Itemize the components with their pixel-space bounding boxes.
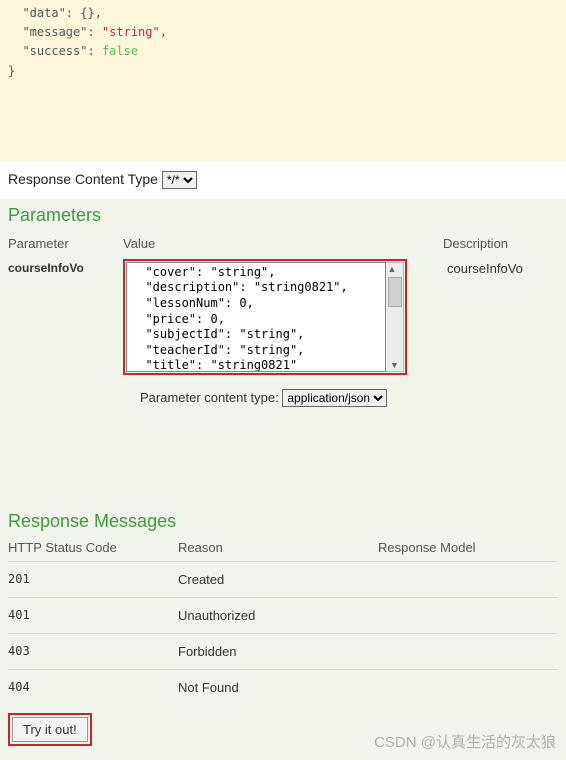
- response-model: [378, 644, 558, 659]
- resp-header-model: Response Model: [378, 540, 558, 555]
- parameter-name: courseInfoVo: [8, 259, 123, 275]
- response-row: 401 Unauthorized: [8, 597, 558, 633]
- parameters-header-value: Value: [123, 236, 443, 251]
- parameters-section: Parameter Value Description courseInfoVo…: [0, 230, 566, 377]
- scroll-up-icon[interactable]: ▲: [388, 263, 402, 275]
- parameters-header-description: Description: [443, 236, 558, 251]
- response-code: 201: [8, 572, 178, 587]
- response-reason: Unauthorized: [178, 608, 378, 623]
- response-messages-title: Response Messages: [8, 505, 558, 536]
- response-reason: Forbidden: [178, 644, 378, 659]
- response-sample-code: "data": {}, "message": "string", "succes…: [0, 0, 566, 161]
- parameters-header: Parameter Value Description: [8, 230, 558, 257]
- response-messages-header: HTTP Status Code Reason Response Model: [8, 536, 558, 561]
- response-model: [378, 680, 558, 695]
- response-code: 404: [8, 680, 178, 695]
- parameter-value-textarea[interactable]: [126, 262, 386, 372]
- parameter-value-highlight: ▲ ▼: [123, 259, 407, 375]
- response-code: 401: [8, 608, 178, 623]
- response-row: 404 Not Found: [8, 669, 558, 705]
- parameter-content-type-row: Parameter content type: application/json: [0, 377, 566, 415]
- parameter-content-type-select[interactable]: application/json: [282, 389, 387, 407]
- response-content-type-label: Response Content Type: [8, 171, 158, 187]
- scroll-down-icon[interactable]: ▼: [390, 359, 399, 371]
- resp-header-status: HTTP Status Code: [8, 540, 178, 555]
- response-reason: Created: [178, 572, 378, 587]
- response-content-type-row: Response Content Type */*: [0, 161, 566, 199]
- response-reason: Not Found: [178, 680, 378, 695]
- parameter-row: courseInfoVo ▲ ▼ courseInfoVo: [8, 257, 558, 377]
- response-model: [378, 608, 558, 623]
- try-it-out-button[interactable]: Try it out!: [12, 717, 88, 742]
- scroll-thumb[interactable]: [388, 277, 402, 307]
- try-it-out-wrap: Try it out!: [0, 705, 566, 754]
- resp-header-reason: Reason: [178, 540, 378, 555]
- parameter-description: courseInfoVo: [443, 259, 558, 276]
- parameter-content-type-label: Parameter content type:: [140, 390, 279, 405]
- response-row: 403 Forbidden: [8, 633, 558, 669]
- textarea-scrollbar[interactable]: ▲ ▼: [386, 262, 404, 372]
- response-code: 403: [8, 644, 178, 659]
- parameters-header-parameter: Parameter: [8, 236, 123, 251]
- response-content-type-select[interactable]: */*: [162, 171, 197, 189]
- response-messages-section: Response Messages HTTP Status Code Reaso…: [0, 505, 566, 705]
- response-model: [378, 572, 558, 587]
- parameters-title: Parameters: [0, 199, 566, 230]
- response-row: 201 Created: [8, 561, 558, 597]
- try-it-out-highlight: Try it out!: [8, 713, 92, 746]
